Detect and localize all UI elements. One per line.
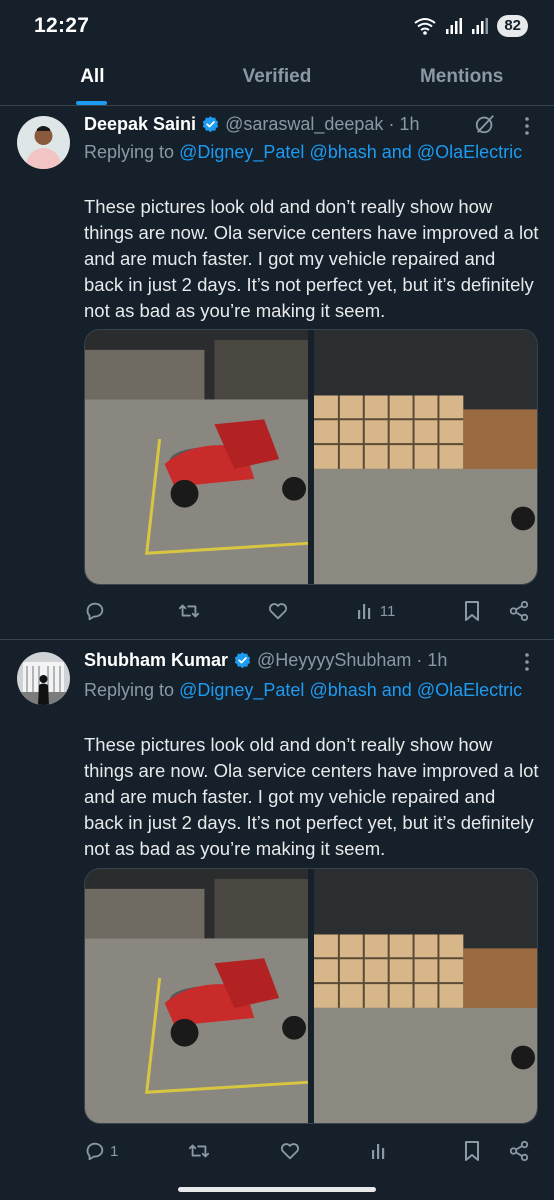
status-icons: 82	[413, 15, 528, 37]
tweet-actions: 1	[84, 1140, 530, 1162]
tweet-header: Deepak Saini @saraswal_deepak · 1h	[84, 114, 419, 135]
bookmark-icon[interactable]	[462, 1140, 482, 1162]
reply-button[interactable]: 1	[84, 1140, 118, 1162]
views-count: 11	[379, 602, 396, 620]
bookmark-share-group	[462, 1140, 530, 1162]
tweet[interactable]: Shubham Kumar @HeyyyyShubham · 1h Replyi…	[0, 640, 554, 1180]
display-name[interactable]: Deepak Saini	[84, 114, 196, 135]
media-photo[interactable]	[314, 869, 537, 1123]
notification-tabs: All Verified Mentions	[0, 52, 554, 106]
like-button[interactable]	[279, 1140, 301, 1162]
like-button[interactable]	[267, 600, 289, 622]
media-photo[interactable]	[85, 330, 308, 584]
tab-mentions[interactable]: Mentions	[369, 52, 554, 105]
media-photo[interactable]	[85, 869, 308, 1123]
user-handle[interactable]: @HeyyyyShubham	[257, 650, 411, 671]
retweet-icon	[188, 1144, 209, 1158]
mention-link[interactable]: @OlaElectric	[417, 142, 522, 162]
mention-link[interactable]: @bhash	[309, 142, 376, 162]
tweet-actions: 11	[84, 600, 530, 622]
share-icon[interactable]	[508, 600, 530, 622]
tweet-media[interactable]	[84, 868, 538, 1124]
views-icon	[357, 604, 370, 619]
views-button[interactable]: 11	[356, 601, 396, 621]
more-icon[interactable]	[518, 115, 536, 137]
signal-icon	[472, 18, 489, 34]
like-icon	[281, 1143, 300, 1160]
retweet-button[interactable]	[187, 1140, 211, 1162]
mention-link[interactable]: @bhash	[309, 680, 376, 700]
views-button[interactable]	[370, 1141, 394, 1161]
avatar[interactable]	[17, 116, 70, 169]
verified-badge-icon	[234, 652, 251, 669]
mention-joiner: and	[381, 680, 412, 700]
mention-joiner: and	[381, 142, 412, 162]
bookmark-share-group	[462, 600, 530, 622]
replying-to: Replying to @Digney_Patel @bhash and @Ol…	[84, 677, 524, 703]
reply-icon	[86, 1142, 104, 1161]
media-photo[interactable]	[314, 330, 537, 584]
share-icon[interactable]	[508, 1140, 530, 1162]
replying-to: Replying to @Digney_Patel @bhash and @Ol…	[84, 139, 524, 165]
views-icon	[371, 1144, 384, 1159]
status-bar: 12:27 82	[0, 0, 554, 52]
user-handle[interactable]: @saraswal_deepak	[225, 114, 383, 135]
reply-button[interactable]	[84, 600, 110, 622]
replying-prefix: Replying to	[84, 142, 175, 162]
retweet-icon	[178, 604, 199, 618]
signal-icon	[446, 18, 463, 34]
replying-prefix: Replying to	[84, 680, 175, 700]
display-name[interactable]: Shubham Kumar	[84, 650, 228, 671]
wifi-icon	[414, 18, 436, 35]
home-indicator[interactable]	[178, 1187, 376, 1192]
more-icon[interactable]	[518, 651, 536, 673]
reply-count: 1	[110, 1142, 119, 1160]
tweet[interactable]: Deepak Saini @saraswal_deepak · 1h Reply…	[0, 106, 554, 640]
tweet-media[interactable]	[84, 329, 538, 585]
avatar[interactable]	[17, 652, 70, 705]
like-icon	[269, 603, 288, 620]
tab-verified[interactable]: Verified	[185, 52, 370, 105]
battery-indicator: 82	[497, 15, 528, 37]
mention-link[interactable]: @OlaElectric	[417, 680, 522, 700]
tweet-header: Shubham Kumar @HeyyyyShubham · 1h	[84, 650, 447, 671]
grok-icon[interactable]	[474, 113, 496, 135]
verified-badge-icon	[202, 116, 219, 133]
mention-link[interactable]: @Digney_Patel	[179, 680, 304, 700]
retweet-button[interactable]	[177, 600, 201, 622]
active-tab-indicator	[76, 101, 107, 105]
mention-link[interactable]: @Digney_Patel	[179, 142, 304, 162]
reply-icon	[86, 602, 104, 621]
status-time: 12:27	[34, 14, 90, 37]
bookmark-icon[interactable]	[462, 600, 482, 622]
tweet-text: These pictures look old and don’t really…	[84, 196, 539, 321]
tweet-timestamp: · 1h	[388, 114, 420, 134]
tab-all[interactable]: All	[0, 52, 185, 105]
tweet-timestamp: · 1h	[416, 650, 448, 670]
tweet-text: These pictures look old and don’t really…	[84, 734, 539, 859]
